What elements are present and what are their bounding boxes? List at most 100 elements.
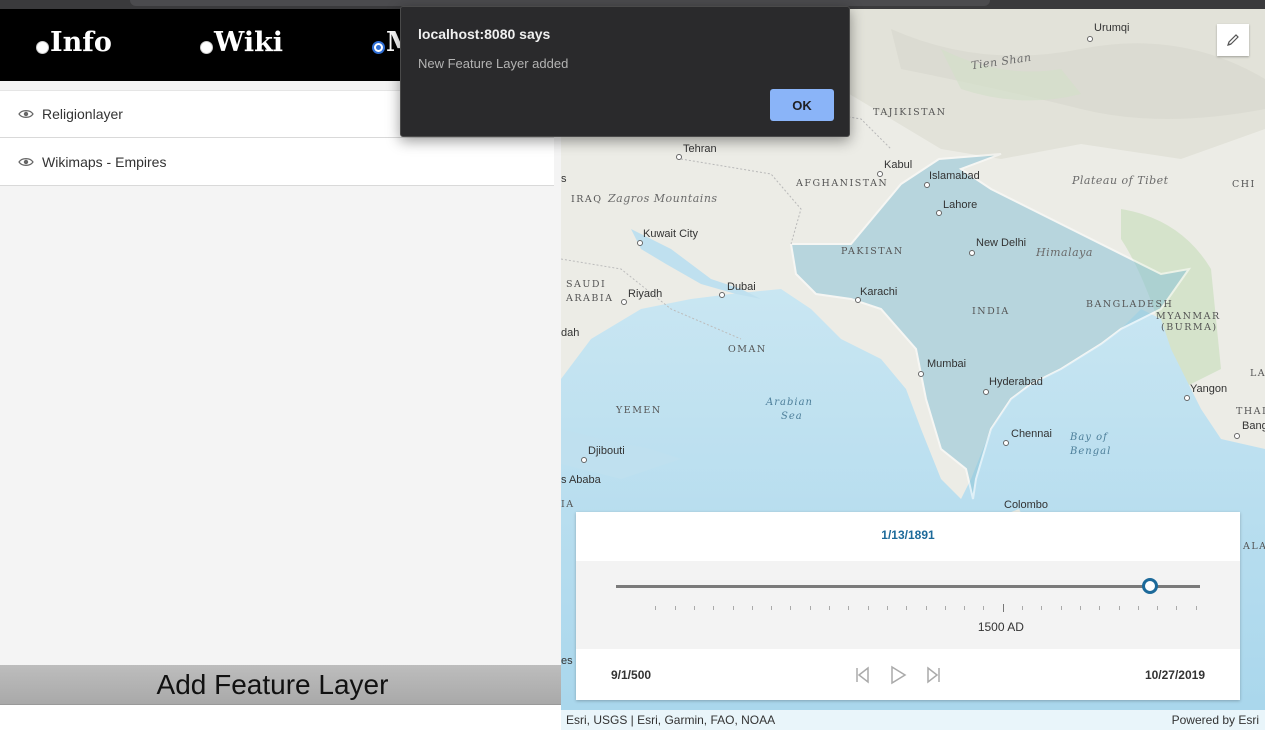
map-label-oman: OMAN (728, 344, 767, 355)
nav-wiki-label: Wiki (214, 27, 284, 58)
map-label-alay: ALAY (1243, 541, 1265, 552)
map-label-plateau-tibet: Plateau of Tibet (1072, 174, 1169, 187)
map-label-riyadh: Riyadh (628, 288, 663, 300)
add-feature-layer-button[interactable]: Add Feature Layer (0, 665, 561, 705)
slider-tick (790, 606, 792, 610)
slider-tick (1002, 604, 1004, 612)
panel-footer (0, 705, 561, 730)
slider-mid-label: 1500 AD (977, 620, 1024, 634)
city-dot (581, 457, 587, 463)
map-label-kuwait: Kuwait City (643, 228, 699, 240)
slider-tick (732, 606, 734, 610)
slider-tick (1022, 606, 1023, 610)
map-label-yangon: Yangon (1190, 383, 1228, 395)
map-label-sea: Sea (781, 411, 803, 422)
alert-dialog: localhost:8080 says New Feature Layer ad… (400, 6, 850, 137)
city-dot (1003, 440, 1009, 446)
map-label-chennai: Chennai (1011, 428, 1052, 440)
city-dot (1234, 433, 1240, 439)
map-label-tajikistan: TAJIKISTAN (873, 107, 947, 118)
slider-tick (655, 606, 657, 610)
city-dot (924, 182, 930, 188)
slider-tick (1099, 606, 1101, 610)
pencil-icon (1227, 34, 1239, 46)
map-label-la: LA (1250, 368, 1265, 379)
map-attribution: Esri, USGS | Esri, Garmin, FAO, NOAA Pow… (561, 710, 1265, 730)
map-label-s: s (561, 173, 567, 185)
slider-tick (964, 606, 966, 610)
map-label-myanmar: MYANMAR (1156, 311, 1221, 322)
map-label-yemen: YEMEN (616, 405, 662, 416)
edit-button[interactable] (1217, 24, 1249, 56)
city-dot (621, 299, 627, 305)
map-label-addis-ababa: s Ababa (561, 474, 601, 486)
powered-by-esri-link[interactable]: Powered by Esri (1172, 713, 1259, 727)
map-label-urumqi: Urumqi (1094, 22, 1130, 34)
layer-label: Religionlayer (42, 106, 123, 122)
map-label-colombo: Colombo (1004, 499, 1049, 511)
city-dot (637, 240, 643, 246)
time-slider: 1/13/1891 1500 AD 9/1/500 10/27/2019 (576, 512, 1240, 700)
map-label-djibouti: Djibouti (588, 445, 625, 457)
nav-wiki-radio[interactable] (200, 41, 213, 54)
map-label-dah: dah (561, 327, 580, 339)
city-dot (918, 371, 924, 377)
map-label-pakistan: PAKISTAN (841, 246, 904, 257)
layer-item-empires[interactable]: Wikimaps - Empires (0, 138, 554, 186)
nav-wiki[interactable]: Wiki (200, 27, 283, 58)
map-label-bengal: Bengal (1070, 446, 1112, 457)
city-dot (936, 210, 942, 216)
slider-tick (1176, 606, 1178, 610)
city-dot (1184, 395, 1190, 401)
slider-track-area: 1500 AD (576, 561, 1240, 649)
city-dot (855, 297, 861, 303)
map-label-lahore: Lahore (943, 199, 978, 211)
nav-info-radio[interactable] (36, 41, 49, 54)
map-label-tehran: Tehran (683, 143, 717, 155)
play-icon (891, 665, 907, 685)
current-date-label: 1/13/1891 (881, 528, 935, 542)
city-dot (719, 292, 725, 298)
map-label-iraq: IRAQ (571, 194, 603, 205)
slider-tick (1060, 606, 1062, 610)
previous-button[interactable] (850, 663, 874, 687)
map-label-arabian: Arabian (766, 397, 813, 408)
map-label-bangladesh: BANGLADESH (1086, 299, 1174, 310)
map-label-india: INDIA (972, 306, 1010, 317)
slider-tick (944, 606, 946, 610)
next-button[interactable] (922, 663, 946, 687)
slider-tick (751, 606, 753, 610)
slider-tick (809, 606, 811, 610)
slider-tick (1041, 606, 1043, 610)
slider-min-date: 9/1/500 (611, 668, 652, 682)
map-label-saudi: SAUDI (566, 279, 607, 290)
map-label-arabia: ARABIA (566, 293, 614, 304)
slider-tick (713, 606, 715, 610)
map-label-bang: Bang (1242, 420, 1265, 432)
map-label-es: es (561, 655, 573, 667)
slider-thumb[interactable] (1142, 578, 1159, 594)
slider-tick (693, 606, 695, 610)
slider-tick (771, 606, 773, 610)
nav-map-radio[interactable] (372, 41, 385, 54)
slider-controls (850, 662, 946, 688)
slider-track[interactable] (616, 585, 1200, 588)
dialog-ok-button[interactable]: OK (770, 89, 834, 121)
play-button[interactable] (886, 663, 910, 687)
city-dot (1087, 36, 1093, 42)
city-dot (877, 171, 883, 177)
eye-icon[interactable] (18, 109, 34, 119)
step-back-icon (856, 666, 869, 684)
layer-label: Wikimaps - Empires (42, 153, 167, 170)
slider-tick (886, 606, 888, 610)
slider-tick (1079, 606, 1081, 610)
dialog-title: localhost:8080 says (418, 26, 551, 42)
nav-info[interactable]: Info (36, 27, 112, 58)
city-dot (983, 389, 989, 395)
map-label-himalaya: Himalaya (1036, 246, 1093, 259)
map-label-ia: IA (561, 499, 575, 510)
slider-tick (829, 606, 830, 610)
eye-icon[interactable] (18, 157, 34, 167)
map-label-islamabad: Islamabad (929, 170, 980, 182)
slider-tick (1157, 606, 1159, 610)
